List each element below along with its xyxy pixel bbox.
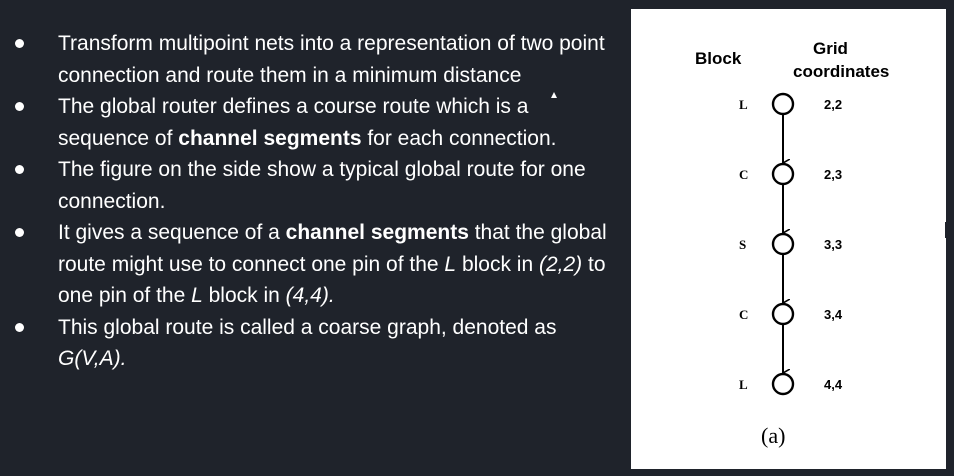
bullet-dot-icon xyxy=(15,165,24,174)
bullet-text-run: (2,2) xyxy=(538,252,583,276)
bullet-list: Transform multipoint nets into a represe… xyxy=(0,28,620,375)
bullet-text-run: block in xyxy=(202,284,286,307)
grid-header-line1: Grid xyxy=(813,39,848,58)
bullet-text-run: channel segments xyxy=(285,221,469,244)
bullet-item: Transform multipoint nets into a represe… xyxy=(0,28,620,91)
node-grid-coordinate: 4,4 xyxy=(824,377,843,392)
bullet-text-run: The figure on the side show a typical gl… xyxy=(58,158,586,213)
node-block-label: L xyxy=(739,97,748,112)
coarse-route-figure: Block Grid coordinates L 2,2 C 2,3 S 3,3 C 3,4 L… xyxy=(631,9,946,469)
bullet-text-run: L xyxy=(444,252,457,276)
bullet-text-run: for each connection. xyxy=(361,126,557,150)
graph-node xyxy=(771,92,795,116)
node-block-label: S xyxy=(739,237,746,252)
bullet-text-run: channel segments xyxy=(178,126,362,150)
bullet-text-run: This global route is called a coarse gra… xyxy=(58,315,557,339)
bullet-dot-icon xyxy=(15,322,24,332)
bullet-text-run: L xyxy=(191,284,203,307)
bullet-item: It gives a sequence of a channel segment… xyxy=(0,217,620,312)
node-block-label: C xyxy=(739,307,748,322)
node-grid-coordinate: 3,3 xyxy=(824,237,842,252)
bullet-item: The figure on the side show a typical gl… xyxy=(0,154,620,217)
node-grid-coordinate: 2,2 xyxy=(824,97,842,112)
grid-header-line2: coordinates xyxy=(793,62,889,81)
bullet-dot-icon xyxy=(15,228,24,237)
mouse-cursor-icon xyxy=(551,92,557,98)
graph-node xyxy=(771,372,795,396)
bullet-text-run: Transform multipoint nets into a represe… xyxy=(58,32,605,87)
graph-nodes: L 2,2 C 2,3 S 3,3 C 3,4 L 4,4 xyxy=(739,92,843,396)
bullet-text-run: block in xyxy=(456,252,539,276)
coarse-graph-diagram: Block Grid coordinates L 2,2C 2,3S 3,3C 3,4L… xyxy=(695,39,889,448)
node-block-label: L xyxy=(739,377,748,392)
bullet-text-run: It gives a sequence of a xyxy=(58,221,286,244)
bullet-dot-icon xyxy=(15,102,24,111)
node-grid-coordinate: 3,4 xyxy=(824,307,843,322)
graph-node xyxy=(771,232,795,256)
graph-node xyxy=(771,302,795,326)
node-grid-coordinate: 2,3 xyxy=(824,167,842,182)
graph-node xyxy=(771,162,795,186)
bullet-dot-icon xyxy=(15,39,24,48)
figure-caption: (a) xyxy=(761,423,785,448)
node-block-label: C xyxy=(739,167,748,182)
bullet-item: This global route is called a coarse gra… xyxy=(0,312,620,375)
bullet-text-run: G(V,A). xyxy=(58,347,127,370)
bullet-text-run: (4,4). xyxy=(285,284,335,307)
block-header: Block xyxy=(695,49,742,68)
bullet-item: The global router defines a course route… xyxy=(0,91,620,154)
edge-marker xyxy=(945,222,947,238)
